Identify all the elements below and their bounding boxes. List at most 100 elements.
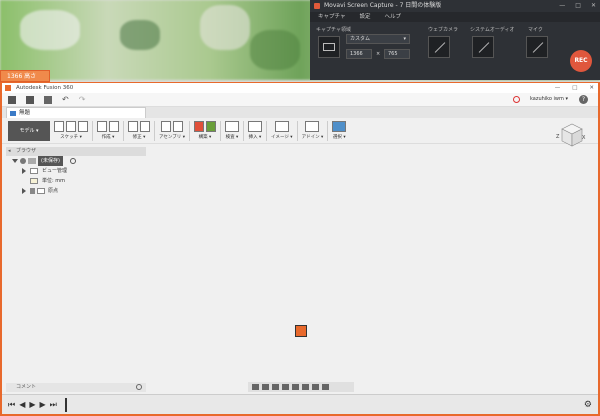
sketch-group[interactable]: スケッチ ▾ (54, 121, 88, 140)
display-settings-icon[interactable] (302, 384, 309, 390)
browser-item-origin[interactable]: 原点 (6, 186, 146, 196)
fusion-logo-icon (5, 85, 11, 91)
expand-icon[interactable] (22, 168, 26, 174)
modify-group[interactable]: 修正 ▾ (128, 121, 150, 140)
visibility-icon[interactable] (20, 158, 26, 164)
close-button[interactable]: ✕ (591, 0, 596, 12)
select-icon (332, 121, 347, 132)
origin-point-icon[interactable] (295, 325, 307, 337)
timeline-end-button[interactable]: ⏭ (50, 400, 57, 410)
close-button[interactable]: ✕ (589, 83, 594, 93)
viewcube-x-label: X (582, 135, 586, 141)
rectangle-icon (78, 121, 88, 132)
help-icon[interactable]: ? (579, 95, 588, 104)
browser-root[interactable]: (未保存) (6, 156, 146, 166)
lightbulb-icon[interactable] (30, 188, 35, 194)
browser-item-units[interactable]: 単位: mm (6, 176, 146, 186)
browser-panel: ◂ ブラウザ (未保存) ビュー管理 単位: mm 原点 (6, 147, 146, 196)
menu-help[interactable]: ヘルプ (384, 12, 401, 22)
gear-icon[interactable]: ⚙ (584, 400, 592, 410)
document-icon (10, 111, 16, 116)
timeline-back-button[interactable]: ◀ (19, 400, 25, 409)
make-group[interactable]: イメージ ▾ (271, 121, 293, 140)
new-component-icon (160, 121, 171, 132)
box-icon (109, 121, 119, 132)
component-icon (28, 158, 36, 164)
timeline-forward-button[interactable]: ▶ (40, 400, 46, 409)
grid-settings-icon[interactable] (312, 384, 319, 390)
browser-header[interactable]: ◂ ブラウザ (6, 147, 146, 156)
mic-label: マイク (528, 27, 543, 33)
capture-titlebar: Movavi Screen Capture - 7 日間の体験版 — □ ✕ (310, 0, 600, 12)
timeline-marker[interactable] (64, 397, 67, 412)
zoom-icon[interactable] (282, 384, 289, 390)
timeline-start-button[interactable]: ⏮ (8, 400, 15, 410)
fillet-icon (140, 121, 150, 132)
file-icon[interactable] (26, 95, 34, 104)
minimize-button[interactable]: — (559, 0, 565, 12)
ribbon-toolbar: モデル ▾ スケッチ ▾ 作成 ▾ 修正 ▾ アセンブリ ▾ 構築 ▾ 検査 ▾ (2, 118, 598, 144)
folder-icon (37, 188, 45, 194)
viewports-icon[interactable] (322, 384, 329, 390)
save-icon[interactable] (44, 95, 52, 104)
axis-icon (205, 121, 216, 132)
job-status-icon[interactable] (513, 96, 520, 103)
expand-icon[interactable] (12, 159, 18, 163)
undo-icon[interactable]: ↶ (62, 95, 69, 104)
orbit-icon[interactable] (252, 384, 259, 390)
create-group[interactable]: 作成 ▾ (97, 121, 119, 140)
expand-icon[interactable] (22, 188, 26, 194)
render-icon (274, 121, 289, 132)
inspect-group[interactable]: 検査 ▾ (224, 121, 239, 140)
activate-radio[interactable] (70, 158, 76, 164)
menu-settings[interactable]: 設定 (359, 12, 370, 22)
plane-icon (193, 121, 204, 132)
addins-group[interactable]: アドイン ▾ (302, 121, 323, 140)
workspace-switcher[interactable]: モデル ▾ (8, 121, 50, 141)
viewcube-z-label: Z (556, 134, 560, 140)
add-comment-icon[interactable] (136, 384, 142, 390)
height-input[interactable]: 765 (384, 49, 410, 59)
fusion-titlebar: Autodesk Fusion 360 — □ ✕ (2, 83, 598, 93)
sketch-icon (54, 121, 64, 132)
browser-item-views[interactable]: ビュー管理 (6, 166, 146, 176)
collapse-icon[interactable]: ◂ (8, 147, 11, 156)
comments-panel[interactable]: コメント (6, 383, 146, 392)
times-sign: × (376, 51, 381, 57)
minimize-button[interactable]: — (555, 83, 561, 93)
document-settings-icon (30, 178, 38, 184)
tab-untitled[interactable]: 無題 (6, 107, 146, 118)
image-icon (247, 121, 262, 132)
insert-group[interactable]: 挿入 ▾ (247, 121, 262, 140)
record-button[interactable]: REC (570, 50, 592, 72)
look-at-icon[interactable] (262, 384, 269, 390)
webcam-label: ウェブカメラ (428, 27, 459, 33)
viewcube[interactable]: Z X (556, 119, 586, 149)
speaker-off-icon[interactable] (472, 36, 494, 58)
area-label: キャプチャ領域 (316, 27, 351, 33)
maximize-button[interactable]: □ (572, 83, 577, 93)
area-dropdown[interactable]: カスタム ▾ (346, 34, 410, 44)
area-select-icon[interactable] (318, 36, 340, 58)
quick-access-toolbar: ↶ ↷ kazuhiko iwm ▾ ? (2, 93, 598, 107)
timeline-play-button[interactable]: ▶ (29, 400, 35, 409)
menu-capture[interactable]: キャプチャ (318, 12, 345, 22)
folder-icon (30, 168, 38, 174)
maximize-button[interactable]: □ (575, 0, 581, 12)
webcam-off-icon[interactable] (428, 36, 450, 58)
width-input[interactable]: 1366 (346, 49, 372, 59)
navigation-bar (248, 382, 354, 392)
construct-group[interactable]: 構築 ▾ (193, 121, 216, 140)
microphone-off-icon[interactable] (526, 36, 548, 58)
measure-icon (224, 121, 239, 132)
pan-icon[interactable] (272, 384, 279, 390)
apps-grid-icon[interactable] (8, 95, 16, 104)
system-audio-label: システムオーディオ (470, 27, 515, 33)
fit-icon[interactable] (292, 384, 299, 390)
select-group[interactable]: 選択 ▾ (332, 121, 347, 140)
user-menu[interactable]: kazuhiko iwm ▾ (530, 96, 568, 102)
scripts-icon (305, 121, 320, 132)
redo-icon[interactable]: ↷ (79, 95, 86, 104)
capture-menu: キャプチャ 設定 ヘルプ (310, 12, 600, 22)
assemble-group[interactable]: アセンブリ ▾ (159, 121, 185, 140)
